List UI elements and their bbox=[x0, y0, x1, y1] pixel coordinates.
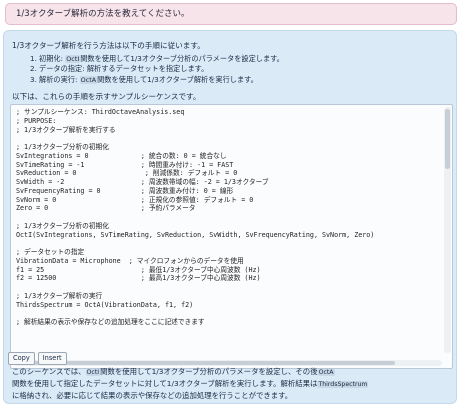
user-message-text: 1/3オクターブ解析の方法を教えてください。 bbox=[16, 9, 190, 19]
code-line: SvWidth = -2 ; 周波数帯域の幅: -2 = 1/3オクターブ bbox=[16, 178, 269, 186]
vertical-scrollbar[interactable] bbox=[444, 107, 451, 353]
code-line: f1 = 25 ; 最低1/3オクターブ中心周波数 (Hz) bbox=[16, 265, 261, 274]
code-line: VibrationData = Microphone ; マイクロフォンからのデ… bbox=[16, 256, 244, 265]
code-line: ThirdsSpectrum = OctA(VibrationData, f1,… bbox=[16, 300, 194, 309]
inline-code: ThirdsSpectrum bbox=[317, 381, 369, 388]
step-text-after: 関数を使用して1/3オクターブ分析のパラメータを設定します。 bbox=[80, 54, 284, 63]
user-message-bubble: 1/3オクターブ解析の方法を教えてください。 bbox=[5, 3, 457, 25]
inline-code: OctI bbox=[65, 55, 81, 63]
step-item: 1. 初期化: OctI関数を使用して1/3オクターブ分析のパラメータを設定します… bbox=[30, 54, 284, 64]
step-text: 初期化: bbox=[39, 54, 66, 63]
code-line: Zero = 0 ; 予約パラメータ bbox=[16, 204, 196, 213]
insert-button[interactable]: Insert bbox=[37, 352, 67, 365]
step-text-after: 関数を使用して1/3オクターブ解析を実行します。 bbox=[97, 74, 258, 84]
copy-button[interactable]: Copy bbox=[8, 352, 35, 365]
code-line: ; PURPOSE: bbox=[16, 116, 57, 125]
code-line: SvNorm = 0 ; 正規化の参照値: デフォルト = 0 bbox=[16, 195, 254, 204]
horizontal-scroll-thumb[interactable] bbox=[15, 361, 395, 365]
steps-list: 1. 初期化: OctI関数を使用して1/3オクターブ分析のパラメータを設定します… bbox=[30, 54, 284, 85]
code-line: f2 = 12500 ; 最高1/3オクターブ中心周波数 (Hz) bbox=[16, 274, 261, 283]
assistant-answer-panel: 1/3オクターブ解析を行う方法は以下の手順に従います。 1. 初期化: OctI関… bbox=[3, 30, 457, 404]
vertical-scroll-thumb[interactable] bbox=[445, 109, 450, 169]
step-item: 3. 解析の実行: OctA関数を使用して1/3オクターブ解析を実行します。 bbox=[30, 75, 284, 85]
code-line: OctI(SvIntegrations, SvTimeRating, SvRed… bbox=[16, 230, 375, 239]
code-line: ; サンプルシーケンス: ThirdOctaveAnalysis.seq bbox=[16, 108, 185, 116]
step-item: 2. データの指定: 解析するデータセットを指定します。 bbox=[30, 64, 284, 74]
summary-line-2: 関数を使用して指定したデータセットに対して1/3オクターブ解析を実行します。解析… bbox=[12, 378, 452, 390]
summary-text: このシーケンスでは、 bbox=[12, 367, 86, 376]
step-number: 1. bbox=[30, 54, 37, 63]
code-line: SvFrequencyRating = 0 ; 周波数重み付け: 0 = 線形 bbox=[16, 186, 234, 195]
summary-line-1: このシーケンスでは、OctI関数を使用して1/3オクターブ分析のパラメータを設定… bbox=[12, 366, 452, 378]
step-text: 解析の実行: bbox=[39, 74, 80, 84]
inline-code: OctA bbox=[79, 75, 98, 84]
summary-text: 関数を使用して1/3オクターブ分析のパラメータを設定し、その後 bbox=[100, 367, 318, 376]
code-line: SvIntegrations = 0 ; 統合の数: 0 = 統合なし bbox=[16, 151, 227, 160]
code-line: ; データセットの指定 bbox=[16, 248, 85, 256]
summary-text: 関数を使用して指定したデータセットに対して1/3オクターブ解析を実行します。解析… bbox=[12, 379, 318, 388]
code-actions: Copy Insert bbox=[8, 345, 70, 365]
inline-code: OctA bbox=[317, 369, 335, 376]
answer-summary: このシーケンスでは、OctI関数を使用して1/3オクターブ分析のパラメータを設定… bbox=[12, 366, 452, 401]
code-content[interactable]: ; サンプルシーケンス: ThirdOctaveAnalysis.seq; PU… bbox=[11, 105, 444, 355]
code-line: ; 1/3オクターブ解析の実行 bbox=[16, 291, 103, 300]
code-line: SvReduction = 0 ; 削減係数: デフォルト = 0 bbox=[16, 169, 238, 178]
code-line: ; 1/3オクターブ分析の初期化 bbox=[16, 221, 109, 230]
summary-line-3: に格納され、必要に応じて結果の表示や保存などの追加処理を行うことができます。 bbox=[12, 391, 293, 400]
code-line: ; 1/3オクターブ分析の初期化 bbox=[16, 143, 109, 151]
code-block[interactable]: ; サンプルシーケンス: ThirdOctaveAnalysis.seq; PU… bbox=[10, 104, 453, 369]
inline-code: OctI bbox=[85, 369, 101, 376]
step-text: データの指定: 解析するデータセットを指定します。 bbox=[39, 64, 209, 74]
code-line: SvTimeRating = -1 ; 時間重み付け: -1 = FAST bbox=[16, 160, 234, 169]
code-line: ; 解析結果の表示や保存などの追加処理をここに記述できます bbox=[16, 318, 205, 326]
code-line: ; 1/3オクターブ解析を実行する bbox=[16, 125, 116, 134]
step-number: 3. bbox=[30, 74, 37, 84]
sample-intro: 以下は、これらの手順を示すサンプルシーケンスです。 bbox=[12, 92, 201, 101]
answer-intro: 1/3オクターブ解析を行う方法は以下の手順に従います。 bbox=[12, 41, 205, 50]
step-number: 2. bbox=[30, 64, 37, 74]
